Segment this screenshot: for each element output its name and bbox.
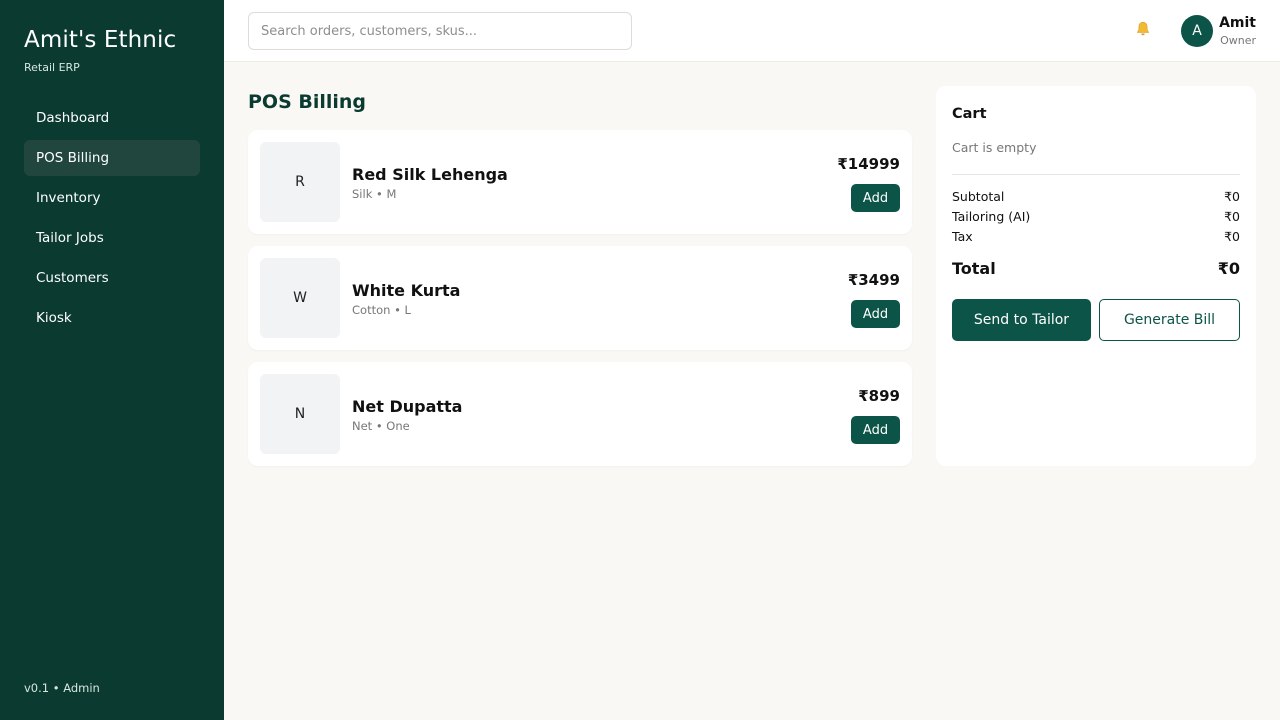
total-row: Total ₹0 <box>952 259 1240 283</box>
user-role: Owner <box>1220 34 1256 47</box>
product-meta: Cotton • L <box>352 303 411 317</box>
tax-label: Tax <box>952 229 973 244</box>
tailoring-value: ₹0 <box>1224 209 1240 224</box>
topbar: A Amit Owner <box>224 0 1280 62</box>
brand-title: Amit's Ethnic <box>24 27 177 53</box>
product-price: ₹14999 <box>837 155 900 173</box>
product-card: R Red Silk Lehenga Silk • M ₹14999 Add <box>248 130 912 234</box>
product-thumbnail: R <box>260 142 340 222</box>
product-meta: Silk • M <box>352 187 397 201</box>
sidebar-item-inventory[interactable]: Inventory <box>24 180 200 216</box>
send-to-tailor-button[interactable]: Send to Tailor <box>952 299 1091 341</box>
tailoring-row: Tailoring (AI) ₹0 <box>952 209 1240 227</box>
product-name: Net Dupatta <box>352 397 463 416</box>
sidebar-item-pos-billing[interactable]: POS Billing <box>24 140 200 176</box>
generate-bill-button[interactable]: Generate Bill <box>1099 299 1240 341</box>
search-input[interactable] <box>248 12 632 50</box>
add-to-cart-button[interactable]: Add <box>851 300 900 328</box>
product-price: ₹899 <box>858 387 900 405</box>
product-price: ₹3499 <box>847 271 900 289</box>
avatar[interactable]: A <box>1181 15 1213 47</box>
product-name: White Kurta <box>352 281 461 300</box>
tax-row: Tax ₹0 <box>952 229 1240 247</box>
page-title: POS Billing <box>248 91 367 113</box>
sidebar-item-kiosk[interactable]: Kiosk <box>24 300 200 336</box>
cart-title: Cart <box>952 106 987 122</box>
product-card: N Net Dupatta Net • One ₹899 Add <box>248 362 912 466</box>
total-label: Total <box>952 259 996 278</box>
user-name: Amit <box>1219 15 1256 31</box>
version-label: v0.1 • Admin <box>24 681 100 695</box>
subtotal-row: Subtotal ₹0 <box>952 189 1240 207</box>
add-to-cart-button[interactable]: Add <box>851 416 900 444</box>
subtotal-value: ₹0 <box>1224 189 1240 204</box>
product-card: W White Kurta Cotton • L ₹3499 Add <box>248 246 912 350</box>
tax-value: ₹0 <box>1224 229 1240 244</box>
total-value: ₹0 <box>1217 259 1240 278</box>
cart-empty-message: Cart is empty <box>952 140 1037 155</box>
sidebar-item-dashboard[interactable]: Dashboard <box>24 100 200 136</box>
sidebar-item-tailor-jobs[interactable]: Tailor Jobs <box>24 220 200 256</box>
sidebar-item-customers[interactable]: Customers <box>24 260 200 296</box>
sidebar: Amit's Ethnic Retail ERP Dashboard POS B… <box>0 0 224 720</box>
product-thumbnail: W <box>260 258 340 338</box>
product-meta: Net • One <box>352 419 410 433</box>
bell-icon[interactable] <box>1134 21 1152 41</box>
subtotal-label: Subtotal <box>952 189 1005 204</box>
add-to-cart-button[interactable]: Add <box>851 184 900 212</box>
tailoring-label: Tailoring (AI) <box>952 209 1031 224</box>
brand-subtitle: Retail ERP <box>24 61 80 74</box>
cart-divider <box>952 174 1240 175</box>
sidebar-nav: Dashboard POS Billing Inventory Tailor J… <box>24 100 200 340</box>
product-thumbnail: N <box>260 374 340 454</box>
cart-panel: Cart Cart is empty Subtotal ₹0 Tailoring… <box>936 86 1256 466</box>
product-name: Red Silk Lehenga <box>352 165 508 184</box>
